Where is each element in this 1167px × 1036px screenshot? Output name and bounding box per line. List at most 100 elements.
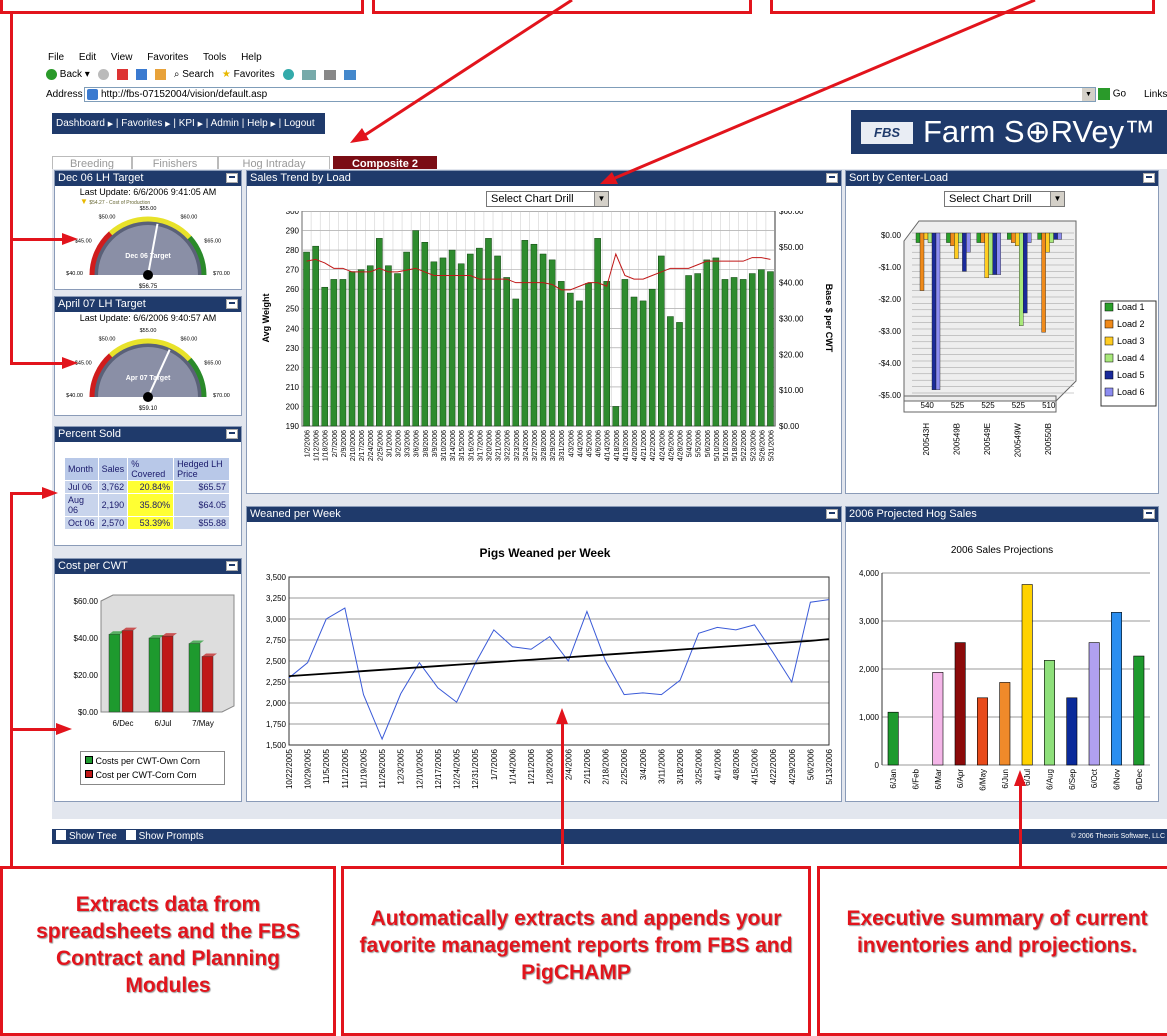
- gauge-update-text: Last Update: 6/6/2006 9:40:57 AM: [79, 313, 217, 323]
- show-prompts-checkbox[interactable]: [125, 830, 136, 840]
- y-tick-label: 3,000: [859, 617, 880, 626]
- panel-title: Cost per CWT: [58, 560, 128, 572]
- x-tick-label: 6/Dec: [113, 719, 134, 728]
- nav-admin[interactable]: Admin: [211, 118, 239, 129]
- brand-name: Farm S⊕RVey™: [923, 114, 1156, 149]
- refresh-icon[interactable]: [135, 69, 147, 81]
- y-tick-label: 2,500: [266, 657, 287, 666]
- minimize-icon[interactable]: [1143, 509, 1155, 519]
- nav-logout[interactable]: Logout: [284, 118, 315, 129]
- address-input[interactable]: http://fbs-07152004/vision/default.asp ▼: [84, 87, 1096, 102]
- menu-edit[interactable]: Edit: [79, 52, 96, 63]
- x-tick-label: 2/24/2006: [368, 430, 375, 461]
- search-button[interactable]: ⌕ Search: [174, 69, 214, 80]
- x-tick-label: 6/Nov: [1113, 769, 1122, 790]
- gauge-tick-label: $50.00: [99, 337, 116, 343]
- back-button[interactable]: Back ▾: [46, 69, 90, 80]
- table-cell: 3,762: [97, 480, 129, 494]
- table-value: 525: [1012, 401, 1026, 410]
- x-tick-label: 3/31/2006: [559, 430, 566, 461]
- minimize-icon[interactable]: [226, 173, 238, 183]
- table-cell: Aug 06: [64, 493, 99, 517]
- legend-label: Load 3: [1117, 336, 1145, 346]
- legend-swatch: [1104, 387, 1114, 397]
- forward-icon[interactable]: [97, 69, 109, 81]
- x-tick-label: 3/29/2006: [550, 430, 557, 461]
- gauge-tick-label: $50.00: [99, 215, 116, 221]
- bar: [676, 322, 683, 427]
- bar: [303, 251, 310, 427]
- connector-line: [10, 492, 13, 867]
- x-tick-label: 4/8/2006: [732, 748, 741, 780]
- menu-favorites[interactable]: Favorites: [147, 52, 188, 63]
- x-tick-label: 11/26/2005: [378, 748, 387, 788]
- bar: [658, 255, 665, 427]
- bar: [357, 269, 365, 427]
- bar: [1111, 612, 1122, 766]
- links-button[interactable]: Links: [1144, 89, 1167, 100]
- x-tick-label: 2/4/2006: [564, 748, 573, 780]
- x-tick-label: 3/4/2006: [639, 748, 648, 780]
- x-tick-label: 11/19/2005: [359, 748, 368, 788]
- arrow-head: [350, 128, 369, 143]
- mail-icon[interactable]: [301, 69, 316, 80]
- panel-header: Percent Sold: [55, 427, 241, 442]
- nav-dashboard[interactable]: Dashboard: [56, 118, 105, 129]
- gauge-value-label: $59.10: [139, 406, 158, 412]
- gauge-value-label: $56.75: [139, 284, 158, 290]
- menu-help[interactable]: Help: [241, 52, 262, 63]
- nav-help[interactable]: Help: [247, 118, 268, 129]
- minimize-icon[interactable]: [226, 299, 238, 309]
- table-cell: Oct 06: [64, 516, 99, 530]
- x-tick-label: 11/5/2005: [322, 748, 331, 784]
- tab-hog-intraday[interactable]: Hog Intraday: [218, 156, 330, 170]
- nav-favorites[interactable]: Favorites: [121, 118, 162, 129]
- minimize-icon[interactable]: [1143, 173, 1155, 183]
- bar: [339, 279, 347, 427]
- print-icon[interactable]: [323, 69, 336, 80]
- minimize-icon[interactable]: [826, 509, 838, 519]
- x-tick-label: 6/Apr: [956, 769, 965, 788]
- favorites-button[interactable]: ★ Favorites: [222, 69, 275, 80]
- show-tree-checkbox[interactable]: [56, 830, 66, 840]
- tab-breeding[interactable]: Breeding: [52, 156, 132, 170]
- bar: [721, 279, 729, 427]
- sales-trend-panel: Sales Trend by Load Select Chart Drill ▼ …: [246, 170, 842, 494]
- table-header-cell: Hedged LH Price: [173, 457, 230, 481]
- nav-kpi[interactable]: KPI: [179, 118, 195, 129]
- stop-icon[interactable]: [116, 69, 128, 81]
- menu-tools[interactable]: Tools: [203, 52, 226, 63]
- legend-swatch: [1104, 319, 1114, 329]
- x-tick-label: 6/Sep: [1068, 768, 1077, 789]
- home-icon[interactable]: [154, 69, 166, 81]
- tab-composite-2[interactable]: Composite 2: [333, 156, 437, 170]
- address-dropdown-icon[interactable]: ▼: [1082, 88, 1095, 101]
- bar: [485, 238, 492, 427]
- table-cell: $65.57: [173, 480, 230, 494]
- menu-file[interactable]: File: [48, 52, 64, 63]
- table-cell: 53.39%: [127, 516, 175, 530]
- legend-label: Load 4: [1117, 353, 1145, 363]
- percent-sold-table: Month Sales% Covered Hedged LH Price Jul 06…: [64, 457, 230, 530]
- bar: [950, 232, 955, 247]
- history-icon[interactable]: [282, 69, 294, 81]
- table-header-cell: Month: [64, 457, 99, 481]
- chart-drill-select[interactable]: Select Chart Drill ▼: [486, 191, 609, 207]
- bar: [977, 697, 988, 766]
- minimize-icon[interactable]: [826, 173, 838, 183]
- bar: [1053, 232, 1058, 240]
- go-button[interactable]: Go: [1098, 88, 1126, 100]
- chart-drill-select[interactable]: Select Chart Drill ▼: [944, 191, 1065, 207]
- menu-view[interactable]: View: [111, 52, 133, 63]
- bar: [594, 238, 601, 427]
- minimize-icon[interactable]: [226, 429, 238, 439]
- tab-finishers[interactable]: Finishers: [132, 156, 218, 170]
- minimize-icon[interactable]: [226, 561, 238, 571]
- edit-icon[interactable]: [343, 69, 356, 80]
- bar: [767, 271, 774, 427]
- bar: [667, 316, 674, 427]
- y-tick-label: 230: [286, 344, 300, 353]
- connector-line: [10, 362, 65, 365]
- x-tick-label: 3/23/2006: [514, 430, 521, 461]
- x-tick-label: 4/3/2006: [568, 430, 575, 457]
